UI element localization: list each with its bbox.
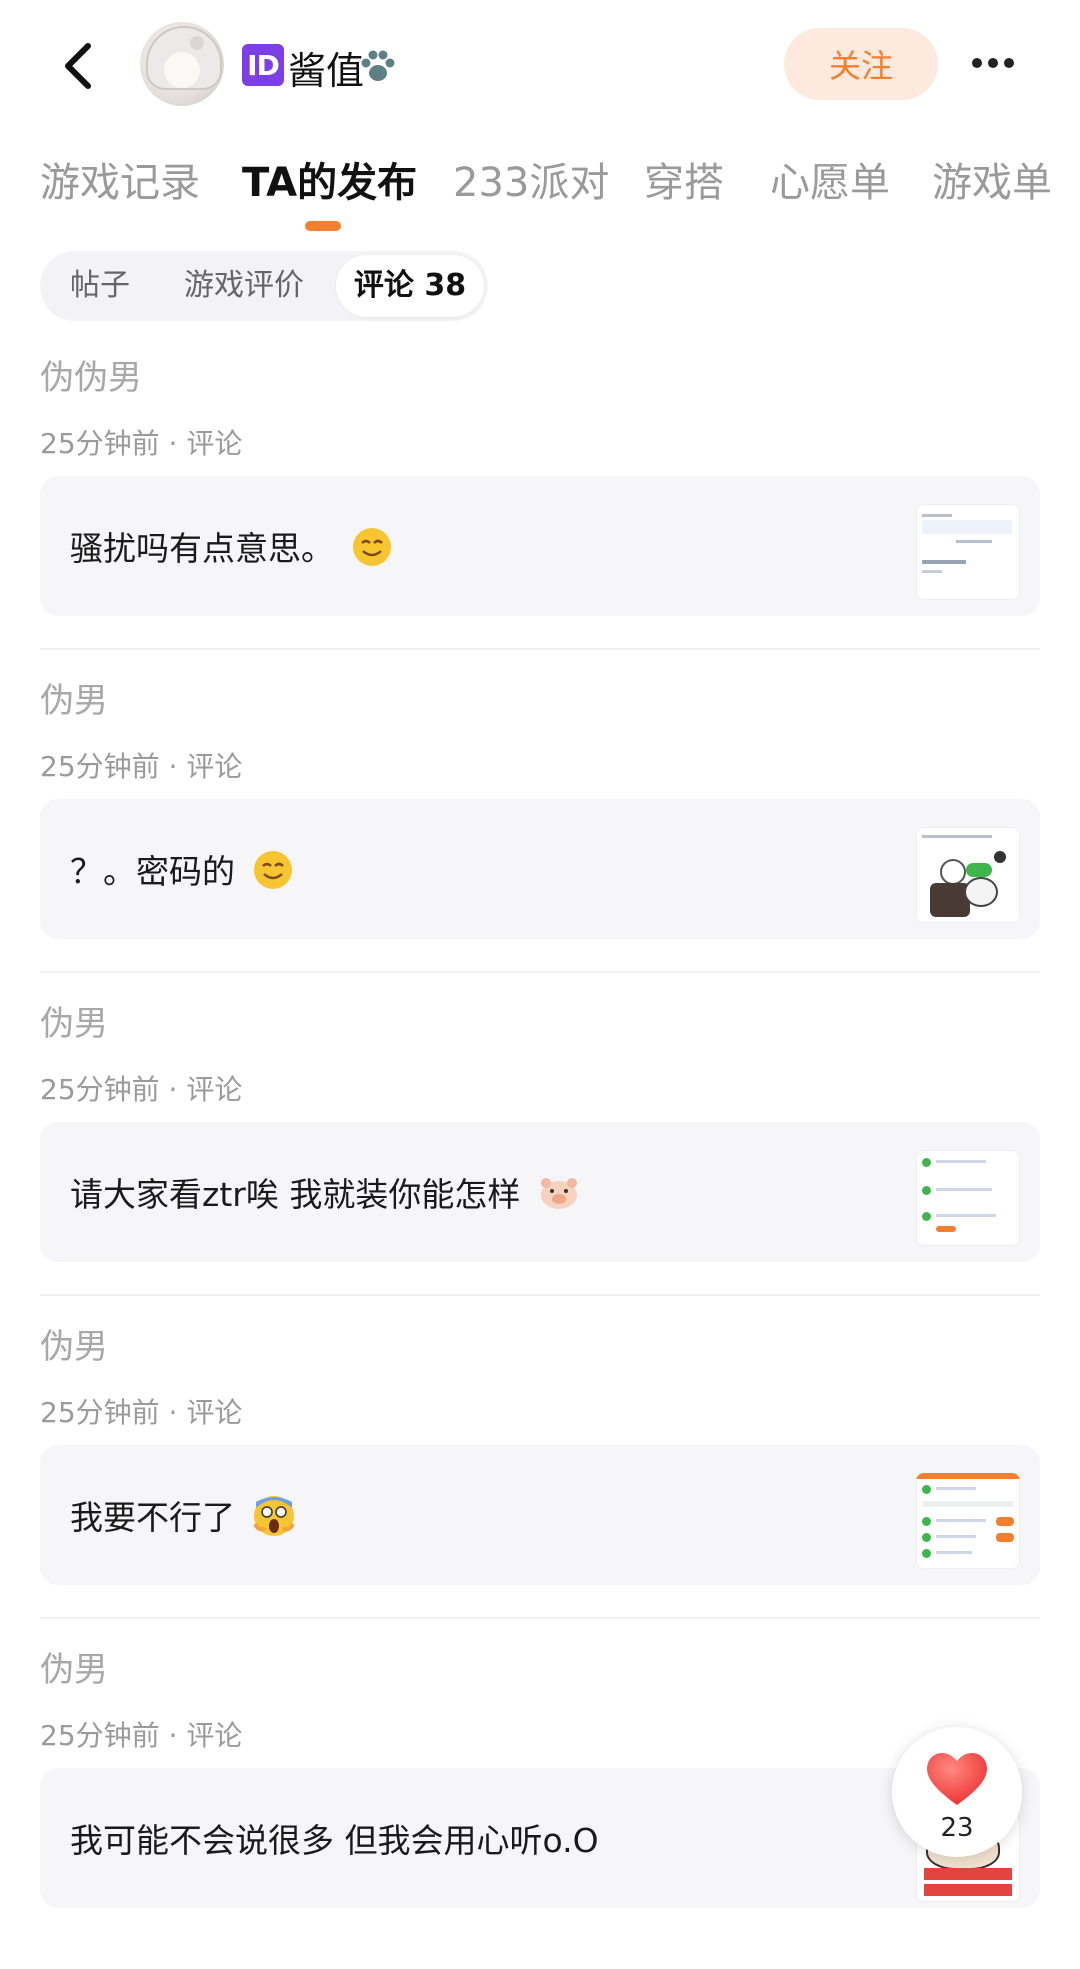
comment-text: ？。密码的 <box>70 852 235 891</box>
id-badge: ID <box>242 44 284 86</box>
comment-card[interactable]: ？。密码的 <box>40 799 1040 939</box>
comment-text-row: ？。密码的 <box>70 845 294 899</box>
heart-icon <box>927 1752 987 1805</box>
tab-233-party[interactable]: 233派对 <box>453 150 609 208</box>
comment-meta: 25分钟前 · 评论 <box>40 1073 243 1106</box>
comment-meta: 25分钟前 · 评论 <box>40 750 243 783</box>
like-count: 23 <box>940 1813 974 1843</box>
comment-author: 伪男 <box>40 1004 108 1044</box>
comment-text-row: 我要不行了 <box>70 1491 296 1546</box>
comment-text-row: 骚扰吗有点意思。 <box>70 522 393 576</box>
comment-author: 伪男 <box>40 1327 108 1367</box>
comment-card[interactable]: 我要不行了 <box>40 1445 1040 1585</box>
comment-author: 伪男 <box>40 1650 108 1690</box>
more-dots-icon[interactable] <box>972 48 1022 78</box>
tab-wishlist[interactable]: 心愿单 <box>770 150 890 208</box>
comment-text: 我可能不会说很多 但我会用心听o.O <box>70 1821 599 1860</box>
tab-ta-posts[interactable]: TA的发布 <box>242 150 417 208</box>
username[interactable]: 酱值 <box>288 40 364 95</box>
comment-thumbnail[interactable] <box>916 1150 1020 1246</box>
sub-tabs: 帖子 游戏评价 评论 38 <box>40 251 488 321</box>
follow-button[interactable]: 关注 <box>784 28 938 100</box>
comment-text: 我要不行了 <box>70 1498 235 1537</box>
paw-icon <box>356 46 400 86</box>
like-button[interactable]: 23 <box>892 1727 1022 1857</box>
subtab-comments[interactable]: 评论 38 <box>336 255 484 317</box>
profile-tabs: 游戏记录 TA的发布 233派对 穿搭 心愿单 游戏单 <box>0 140 1080 231</box>
smile-emoji-icon <box>252 849 294 899</box>
divider <box>40 648 1040 650</box>
subtab-game-reviews[interactable]: 游戏评价 <box>184 251 304 321</box>
comment-text: 骚扰吗有点意思。 <box>70 529 334 568</box>
scream-emoji-icon <box>252 1494 296 1546</box>
avatar[interactable] <box>140 22 224 106</box>
tab-game-records[interactable]: 游戏记录 <box>40 150 200 208</box>
comment-meta: 25分钟前 · 评论 <box>40 427 243 460</box>
profile-header: ID 酱值 关注 <box>0 0 1080 130</box>
comment-author: 伪伪男 <box>40 358 142 398</box>
back-arrow-icon[interactable] <box>58 40 102 92</box>
comment-card[interactable]: 请大家看ztr唉 我就装你能怎样 <box>40 1122 1040 1262</box>
active-tab-indicator <box>305 221 341 231</box>
comment-thumbnail[interactable] <box>916 504 1020 600</box>
comment-text-row: 请大家看ztr唉 我就装你能怎样 <box>70 1168 581 1221</box>
divider <box>40 1617 1040 1619</box>
comment-meta: 25分钟前 · 评论 <box>40 1396 243 1429</box>
comment-meta: 25分钟前 · 评论 <box>40 1719 243 1752</box>
comment-text: 请大家看ztr唉 我就装你能怎样 <box>70 1175 521 1214</box>
comment-author: 伪男 <box>40 681 108 721</box>
tab-game-lists[interactable]: 游戏单 <box>932 150 1052 208</box>
tab-outfits[interactable]: 穿搭 <box>644 150 724 208</box>
comment-thumbnail[interactable] <box>916 827 1020 923</box>
divider <box>40 1294 1040 1296</box>
comment-card[interactable]: 我可能不会说很多 但我会用心听o.O <box>40 1768 1040 1908</box>
pig-emoji-icon <box>537 1173 581 1221</box>
divider <box>40 971 1040 973</box>
smile-emoji-icon <box>351 526 393 576</box>
comment-thumbnail[interactable] <box>916 1473 1020 1569</box>
comment-card[interactable]: 骚扰吗有点意思。 <box>40 476 1040 616</box>
comment-text-row: 我可能不会说很多 但我会用心听o.O <box>70 1814 599 1862</box>
subtab-posts[interactable]: 帖子 <box>70 251 130 321</box>
